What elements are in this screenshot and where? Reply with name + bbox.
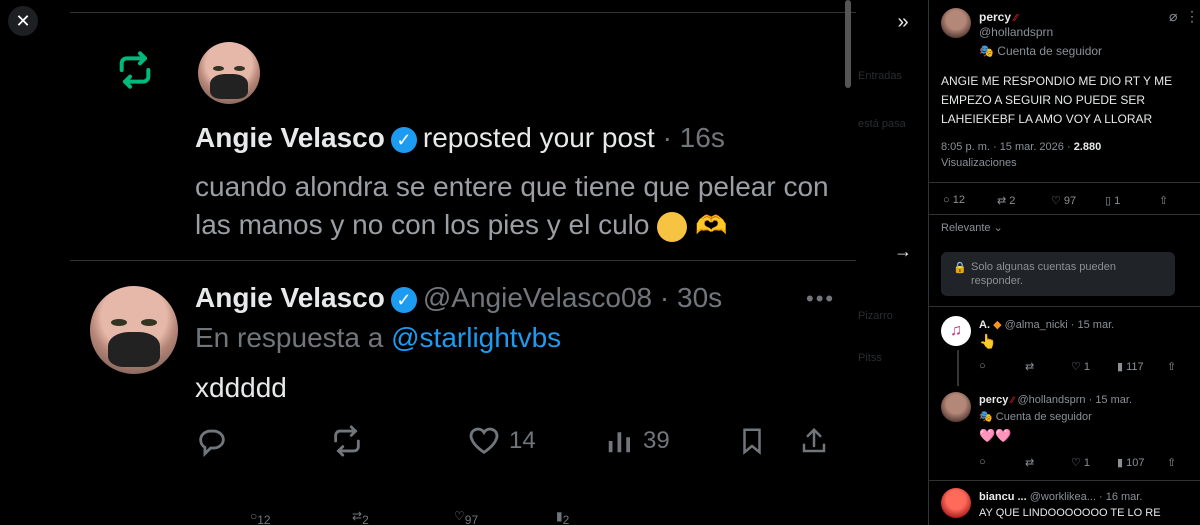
like-button[interactable]: ♡ 1 (1071, 360, 1117, 373)
background-post-actions: ○ 12 ⇄ 2 ♡ 97 ▮ 2 mil (100, 505, 860, 525)
post-author[interactable]: percy ⁄⁄ (979, 10, 1018, 24)
views-chart-icon (608, 432, 630, 453)
author-name[interactable]: Angie Velasco (195, 282, 385, 313)
slash-icon: ⁄⁄ (1014, 13, 1018, 24)
repost-icon (334, 425, 360, 457)
views-label: Visualizaciones (941, 157, 1017, 169)
post-text: ANGIE ME RESPONDIO ME DIO RT Y ME EMPEZO… (941, 74, 1173, 126)
close-icon: ✕ (15, 10, 31, 31)
reply-author[interactable]: biancu ... @worklikea... · 16 mar. (979, 491, 1142, 503)
bookmark-button[interactable] (737, 424, 767, 458)
repost-button[interactable]: ⇄ 2 (997, 194, 1051, 207)
reply-text: xddddd (195, 372, 287, 403)
sort-dropdown[interactable]: Relevante ⌄ (941, 221, 1003, 234)
reply-button[interactable] (195, 424, 229, 458)
author-handle[interactable]: @AngieVelasco08 (423, 282, 652, 313)
share-icon (802, 427, 826, 453)
grok-icon[interactable]: ⌀ (1169, 8, 1177, 25)
bookmark-button[interactable]: ▯ 1 (1105, 194, 1159, 207)
reply-button[interactable]: ○ 12 (943, 194, 997, 207)
reply-author[interactable]: A. ◆ @alma_nicki · 15 mar. (979, 318, 1114, 331)
share-button[interactable]: ⇧ (1167, 456, 1176, 469)
repost-icon (108, 50, 162, 95)
diamond-icon: ◆ (993, 319, 1002, 331)
share-button[interactable] (799, 424, 829, 458)
avatar[interactable] (941, 8, 971, 38)
reply-text: 👆 (979, 333, 997, 349)
heart-icon (469, 427, 499, 455)
views-button[interactable]: ▮ 117 (1117, 360, 1167, 373)
reply-restriction-notice: 🔒 Solo algunas cuentas pueden responder. (941, 252, 1175, 296)
share-button[interactable]: ⇧ (1159, 194, 1168, 207)
author-name: percy (979, 10, 1012, 24)
share-button[interactable]: ⇧ (1167, 360, 1176, 373)
like-button[interactable]: 14 (467, 424, 536, 458)
repost-action: reposted your post (422, 122, 655, 153)
like-count: ♡ 97 (454, 509, 479, 525)
post-meta: 8:05 p. m. · 15 mar. 2026 · 2.880 (941, 141, 1102, 153)
like-count: 14 (509, 427, 536, 454)
heart-hands-emoji: 🫶 (695, 210, 728, 240)
slash-icon: ⁄⁄ (1011, 395, 1015, 405)
avatar[interactable] (198, 42, 260, 104)
mention-link[interactable]: @starlightvbs (391, 322, 561, 353)
follower-badge: 🎭 Cuenta de seguidor (979, 411, 1092, 423)
notification-card (70, 12, 856, 483)
reply-button[interactable]: ○ (979, 360, 1025, 373)
close-button[interactable]: ✕ (8, 6, 38, 36)
reply-icon (199, 429, 225, 458)
reply-context: En respuesta a @starlightvbs (195, 322, 562, 353)
repost-button[interactable]: ⇄ (1025, 456, 1071, 469)
verified-badge-icon: ✓ (390, 286, 417, 313)
scrollbar[interactable] (845, 0, 851, 88)
timestamp: · 16s (662, 122, 725, 153)
follower-badge: 🎭 Cuenta de seguidor (979, 44, 1103, 58)
pleading-face-emoji (657, 211, 688, 242)
chevron-down-icon: ⌄ (993, 222, 1003, 234)
reply-button[interactable]: ○ (979, 456, 1025, 469)
like-button[interactable]: ♡ 97 (1051, 194, 1105, 207)
action-bar: 14 39 (195, 424, 835, 460)
views-button[interactable]: ▮ 107 (1117, 456, 1167, 469)
view-count: ▮ 2 mil (556, 509, 570, 525)
like-button[interactable]: ♡ 1 (1071, 456, 1117, 469)
lock-icon: 🔒 (953, 262, 967, 274)
repost-count: ⇄ 2 (352, 509, 369, 525)
reply-count: ○ 12 (250, 509, 271, 525)
mask-icon: 🎭 (979, 411, 993, 423)
repost-button[interactable] (329, 424, 365, 458)
author-handle[interactable]: @hollandsprn (979, 25, 1053, 39)
avatar[interactable] (941, 392, 971, 422)
replies-panel: percy ⁄⁄ @hollandsprn 🎭 Cuenta de seguid… (928, 0, 1200, 525)
post-actions: ○ 12 ⇄ 2 ♡ 97 ▯ 1 ⇧ (943, 194, 1189, 207)
bookmark-icon (743, 428, 761, 455)
repost-header: Angie Velasco ✓ reposted your post · 16s (195, 122, 725, 154)
avatar[interactable] (90, 286, 178, 374)
repost-button[interactable]: ⇄ (1025, 360, 1071, 373)
dimmed-sidebar: Entradas está pasa Pizarro Pitss (858, 70, 906, 364)
reply-author[interactable]: percy ⁄⁄ @hollandsprn · 15 mar. (979, 394, 1132, 406)
reply-text: AY QUE LINDOOOOOOO TE LO RE (979, 507, 1161, 519)
author-name[interactable]: Angie Velasco (195, 122, 385, 153)
reply-actions: ○ ⇄ ♡ 1 ▮ 117 ⇧ (979, 360, 1189, 373)
more-options-icon[interactable]: ••• (806, 286, 835, 312)
avatar[interactable]: ♫ (941, 316, 971, 346)
reply-text: 🩷🩷 (979, 428, 1012, 443)
view-count: 39 (643, 427, 670, 454)
more-options-icon[interactable]: ⋮ (1185, 8, 1199, 25)
avatar[interactable] (941, 488, 971, 518)
divider (70, 260, 856, 261)
quoted-post-text[interactable]: cuando alondra se entere que tiene que p… (195, 168, 835, 244)
verified-badge-icon: ✓ (390, 126, 417, 153)
mask-icon: 🎭 (979, 44, 994, 58)
reply-actions: ○ ⇄ ♡ 1 ▮ 107 ⇧ (979, 456, 1189, 469)
views-button[interactable]: 39 (605, 424, 670, 458)
media-viewer-panel: ✕ » → Angie Velasco ✓ reposted your post ·… (0, 0, 928, 525)
reply-header: Angie Velasco ✓ @AngieVelasco08 · 30s (195, 282, 722, 314)
timestamp: · 30s (659, 282, 723, 313)
